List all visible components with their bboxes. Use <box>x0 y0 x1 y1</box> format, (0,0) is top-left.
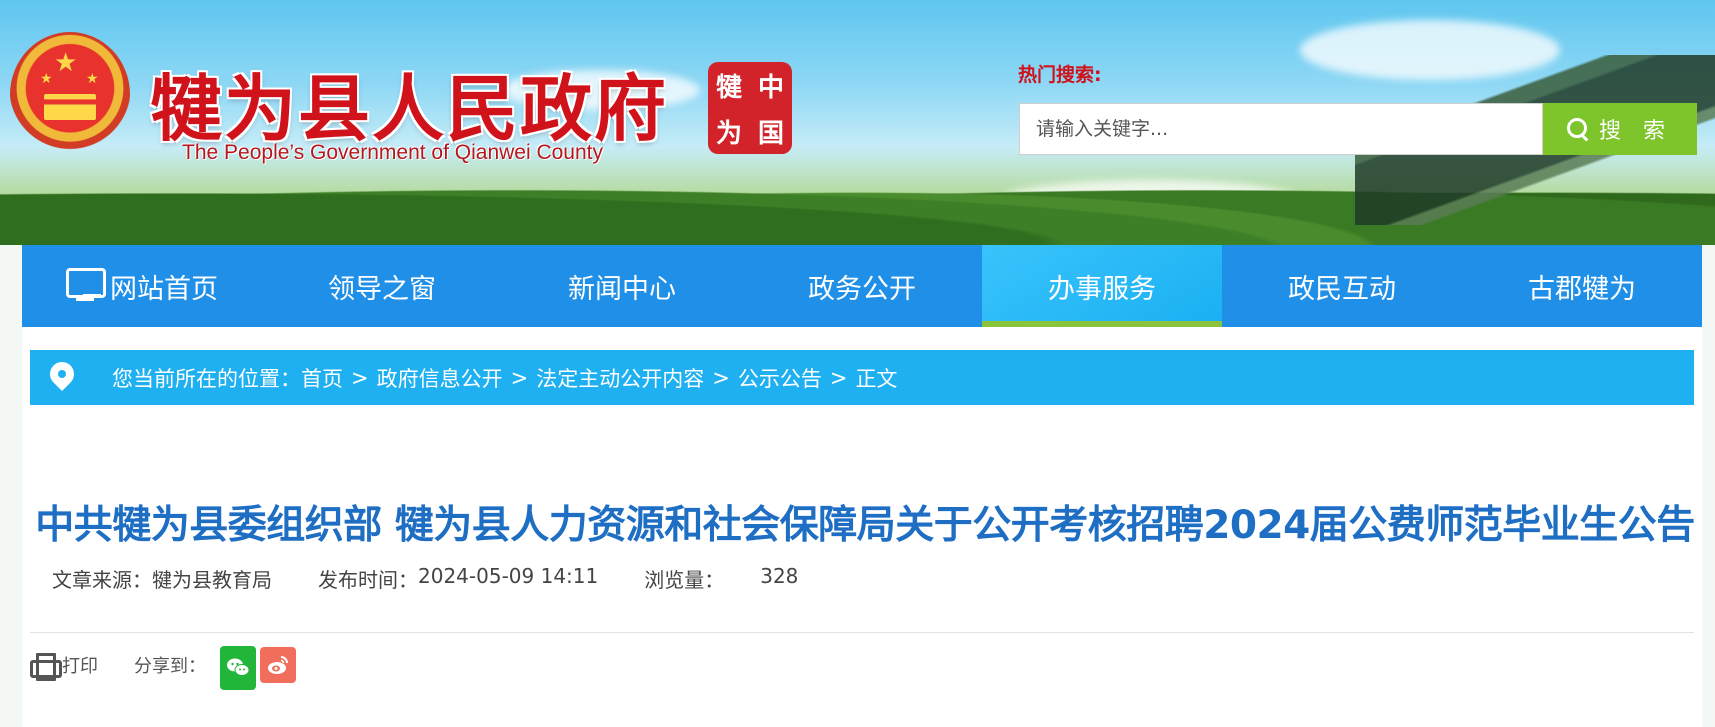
emblem-star-icon: ★ <box>54 48 78 78</box>
printer-icon[interactable] <box>30 653 62 681</box>
main-nav: 网站首页 领导之窗 新闻中心 政务公开 办事服务 政民互动 古郡犍为 <box>22 245 1702 327</box>
nav-item-ancient-qianwei[interactable]: 古郡犍为 <box>1462 245 1702 327</box>
hot-search-label: 热门搜索: <box>1018 64 1102 86</box>
divider <box>30 632 1694 633</box>
weibo-share-button[interactable] <box>260 647 296 683</box>
source-label: 文章来源： <box>52 568 152 592</box>
nav-item-label: 办事服务 <box>1048 273 1156 305</box>
article-tools: 打印 分享到： <box>30 635 300 695</box>
breadcrumb-notices[interactable]: 公示公告 <box>738 363 822 393</box>
nav-item-label: 政务公开 <box>808 273 916 305</box>
seal-char: 犍 <box>715 72 742 103</box>
site-subtitle: The People’s Government of Qianwei Count… <box>182 141 604 164</box>
published-label: 发布时间： <box>318 568 418 592</box>
nav-item-label: 古郡犍为 <box>1528 273 1636 305</box>
published-value: 2024-05-09 14:11 <box>418 564 599 588</box>
breadcrumb-statutory[interactable]: 法定主动公开内容 <box>536 363 704 393</box>
wechat-icon <box>227 658 250 676</box>
china-seal-logo: 犍 中 为 国 <box>708 62 792 154</box>
breadcrumb-separator: > <box>829 365 848 390</box>
main-content: 您当前所在的位置： 首页 > 政府信息公开 > 法定主动公开内容 > 公示公告 … <box>22 327 1702 727</box>
national-emblem-icon: ★ ★ ★ <box>10 32 130 157</box>
seal-char: 国 <box>757 118 784 149</box>
nav-item-home[interactable]: 网站首页 <box>22 245 262 327</box>
wechat-share-button[interactable] <box>220 646 256 690</box>
breadcrumb-separator: > <box>712 365 730 390</box>
breadcrumb-separator: > <box>351 365 369 390</box>
location-pin-icon <box>30 350 90 405</box>
article-title: 中共犍为县委组织部 犍为县人力资源和社会保障局关于公开考核招聘2024届公费师范… <box>35 503 1695 548</box>
breadcrumb-separator: > <box>510 365 529 390</box>
breadcrumb-home[interactable]: 首页 <box>301 363 343 393</box>
site-title: 犍为县人民政府 <box>150 66 669 151</box>
emblem-star-icon: ★ <box>86 71 99 87</box>
search-button-label: 搜 索 <box>1598 118 1674 143</box>
article-meta: 文章来源： 犍为县教育局 发布时间： 2024-05-09 14:11 浏览量：… <box>52 564 798 593</box>
breadcrumb: 您当前所在的位置： 首页 > 政府信息公开 > 法定主动公开内容 > 公示公告 … <box>30 350 1694 405</box>
print-link[interactable]: 打印 <box>62 652 98 678</box>
emblem-star-icon: ★ <box>40 71 53 87</box>
nav-item-leaders[interactable]: 领导之窗 <box>262 245 502 327</box>
nav-item-label: 领导之窗 <box>328 273 436 305</box>
weibo-icon <box>268 656 288 674</box>
nav-item-gov-affairs[interactable]: 政务公开 <box>742 245 982 327</box>
emblem-gate-icon <box>44 94 96 120</box>
share-label: 分享到： <box>134 656 206 677</box>
header-banner: ★ ★ ★ 犍为县人民政府 The People’s Government of… <box>0 0 1715 245</box>
nav-item-interaction[interactable]: 政民互动 <box>1222 245 1462 327</box>
search-icon <box>1566 118 1589 140</box>
seal-char: 中 <box>757 72 784 103</box>
nav-item-label: 新闻中心 <box>568 273 676 305</box>
nav-item-services[interactable]: 办事服务 <box>982 245 1222 327</box>
search-input[interactable] <box>1019 103 1543 155</box>
search-button[interactable]: 搜 索 <box>1543 103 1697 155</box>
nav-item-label: 政民互动 <box>1288 273 1396 305</box>
breadcrumb-prefix: 您当前所在的位置： <box>112 366 301 391</box>
breadcrumb-gov-info[interactable]: 政府信息公开 <box>377 363 503 393</box>
views-label: 浏览量： <box>644 568 725 592</box>
nav-item-news[interactable]: 新闻中心 <box>502 245 742 327</box>
nav-item-label: 网站首页 <box>110 273 218 305</box>
views-value: 328 <box>760 564 799 588</box>
source-value: 犍为县教育局 <box>152 568 272 592</box>
seal-char: 为 <box>715 118 742 149</box>
monitor-icon <box>66 268 106 304</box>
breadcrumb-current: 正文 <box>855 366 898 391</box>
